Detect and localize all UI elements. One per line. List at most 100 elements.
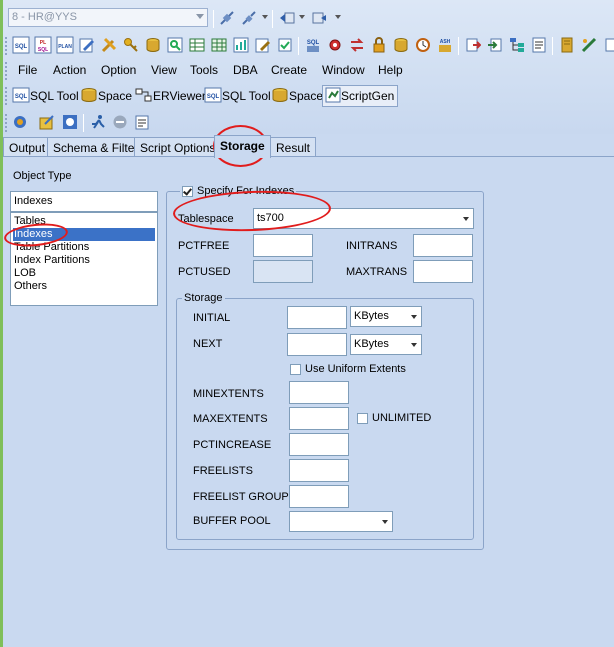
window-tab-space-1[interactable]: Space — [78, 85, 135, 107]
chevron-down-icon[interactable] — [299, 15, 305, 19]
freelists-input[interactable] — [289, 459, 349, 482]
stop-icon[interactable] — [111, 112, 129, 132]
list-item-lob[interactable]: LOB — [13, 267, 155, 280]
tab-result[interactable]: Result — [270, 137, 317, 157]
tune-icon[interactable] — [580, 35, 598, 55]
window-tab-erviewer[interactable]: ERViewer — [133, 85, 209, 107]
ash-report-icon[interactable]: ASH — [436, 35, 454, 55]
list-item-indexes[interactable]: Indexes — [13, 228, 155, 241]
menu-view[interactable]: View — [151, 63, 177, 77]
uniform-extents-option[interactable]: Use Uniform Extents — [290, 363, 406, 375]
report-icon[interactable] — [530, 35, 548, 55]
pctincrease-input[interactable] — [289, 433, 349, 456]
server-icon[interactable] — [558, 35, 576, 55]
schema-browser-icon[interactable] — [166, 35, 184, 55]
connection-value: 8 - HR@YYS — [12, 11, 77, 23]
minextents-input[interactable] — [289, 381, 349, 404]
maxtrans-value — [414, 261, 472, 267]
menu-action[interactable]: Action — [53, 63, 86, 77]
object-type-list[interactable]: Tables Indexes Table Partitions Index Pa… — [10, 212, 158, 306]
key-icon[interactable] — [122, 35, 140, 55]
tablespace-select[interactable]: ts700 — [253, 208, 474, 229]
menu-option[interactable]: Option — [101, 63, 136, 77]
table-icon[interactable] — [188, 35, 206, 55]
toolbar-separator — [458, 37, 459, 55]
menu-tools[interactable]: Tools — [190, 63, 218, 77]
window-tab-space-2[interactable]: Space — [269, 85, 326, 107]
pctused-input[interactable] — [253, 260, 313, 283]
database-icon[interactable] — [144, 35, 162, 55]
window-tab-sql-tool-2[interactable]: SQL SQL Tool — [202, 85, 274, 107]
unlimited-option[interactable]: UNLIMITED — [357, 412, 431, 424]
options-gear-icon[interactable] — [11, 112, 29, 132]
maxtrans-input[interactable] — [413, 260, 473, 283]
tab-output[interactable]: Output — [3, 137, 52, 157]
navigate-back-icon[interactable] — [278, 8, 296, 28]
runner-icon[interactable] — [89, 112, 107, 132]
edit-script-icon[interactable] — [78, 35, 96, 55]
pl-icon-text: PL — [40, 40, 46, 46]
tab-label: Storage — [220, 139, 265, 153]
chevron-down-icon[interactable] — [335, 15, 341, 19]
disconnect-icon[interactable] — [240, 8, 258, 28]
edit-template-icon[interactable] — [38, 112, 56, 132]
object-type-label: Object Type — [13, 170, 72, 182]
tab-script-options[interactable]: Script Options — [134, 137, 222, 157]
list-item-table-partitions[interactable]: Table Partitions — [13, 241, 155, 254]
database-list-icon[interactable] — [310, 8, 328, 28]
run-script-icon[interactable] — [61, 112, 79, 132]
explain-plan-icon[interactable]: PLAN — [56, 35, 74, 55]
menu-create[interactable]: Create — [271, 63, 307, 77]
menu-dba[interactable]: DBA — [233, 63, 258, 77]
sql-editor-icon[interactable]: SQL — [12, 35, 30, 55]
grid-icon[interactable] — [210, 35, 228, 55]
sql-monitor-icon[interactable]: SQL — [304, 35, 322, 55]
lock-icon[interactable] — [370, 35, 388, 55]
chevron-down-icon[interactable] — [262, 15, 268, 19]
tree-icon[interactable] — [508, 35, 526, 55]
window-tab-scriptgen[interactable]: ScriptGen — [322, 85, 399, 107]
freelist-groups-input[interactable] — [289, 485, 349, 508]
settings-gear-icon[interactable] — [326, 35, 344, 55]
notes-icon[interactable] — [133, 112, 151, 132]
database-stack-icon[interactable] — [392, 35, 410, 55]
freelists-label: FREELISTS — [193, 465, 253, 477]
sql-icon-text: SQL — [15, 94, 28, 100]
next-unit-select[interactable]: KBytes — [350, 334, 422, 355]
minextents-label: MINEXTENTS — [193, 388, 264, 400]
initial-label: INITIAL — [193, 312, 231, 324]
object-type-field[interactable]: Indexes — [10, 191, 158, 212]
window-icon[interactable] — [602, 35, 614, 55]
maxextents-input[interactable] — [289, 407, 349, 430]
compile-icon[interactable] — [276, 35, 294, 55]
connection-combo[interactable]: 8 - HR@YYS — [8, 8, 208, 27]
import-icon[interactable] — [486, 35, 504, 55]
buffer-pool-select[interactable] — [289, 511, 393, 532]
menu-window[interactable]: Window — [322, 63, 365, 77]
list-item-others[interactable]: Others — [13, 280, 155, 293]
unlimited-checkbox[interactable] — [357, 412, 368, 424]
list-item-tables[interactable]: Tables — [13, 215, 155, 228]
scriptgen-icon — [325, 87, 341, 106]
pl-sql-icon[interactable]: PL SQL — [34, 35, 52, 55]
initrans-input[interactable] — [413, 234, 473, 257]
uniform-extents-checkbox[interactable] — [290, 363, 301, 375]
tab-schema-filter[interactable]: Schema & Filter — [47, 137, 145, 157]
connect-icon[interactable] — [218, 8, 236, 28]
transfer-icon[interactable] — [348, 35, 366, 55]
tab-storage[interactable]: Storage — [214, 135, 271, 158]
chart-icon[interactable] — [232, 35, 250, 55]
initial-input[interactable] — [287, 306, 347, 329]
specify-checkbox[interactable] — [182, 185, 193, 197]
next-input[interactable] — [287, 333, 347, 356]
pctfree-input[interactable] — [253, 234, 313, 257]
menu-file[interactable]: File — [18, 63, 37, 77]
edit-data-icon[interactable] — [254, 35, 272, 55]
window-tab-sql-tool-1[interactable]: SQL SQL Tool — [10, 85, 82, 107]
initial-unit-select[interactable]: KBytes — [350, 306, 422, 327]
export-icon[interactable] — [464, 35, 482, 55]
menu-help[interactable]: Help — [378, 63, 403, 77]
clock-icon[interactable] — [414, 35, 432, 55]
list-item-index-partitions[interactable]: Index Partitions — [13, 254, 155, 267]
tools-icon[interactable] — [100, 35, 118, 55]
